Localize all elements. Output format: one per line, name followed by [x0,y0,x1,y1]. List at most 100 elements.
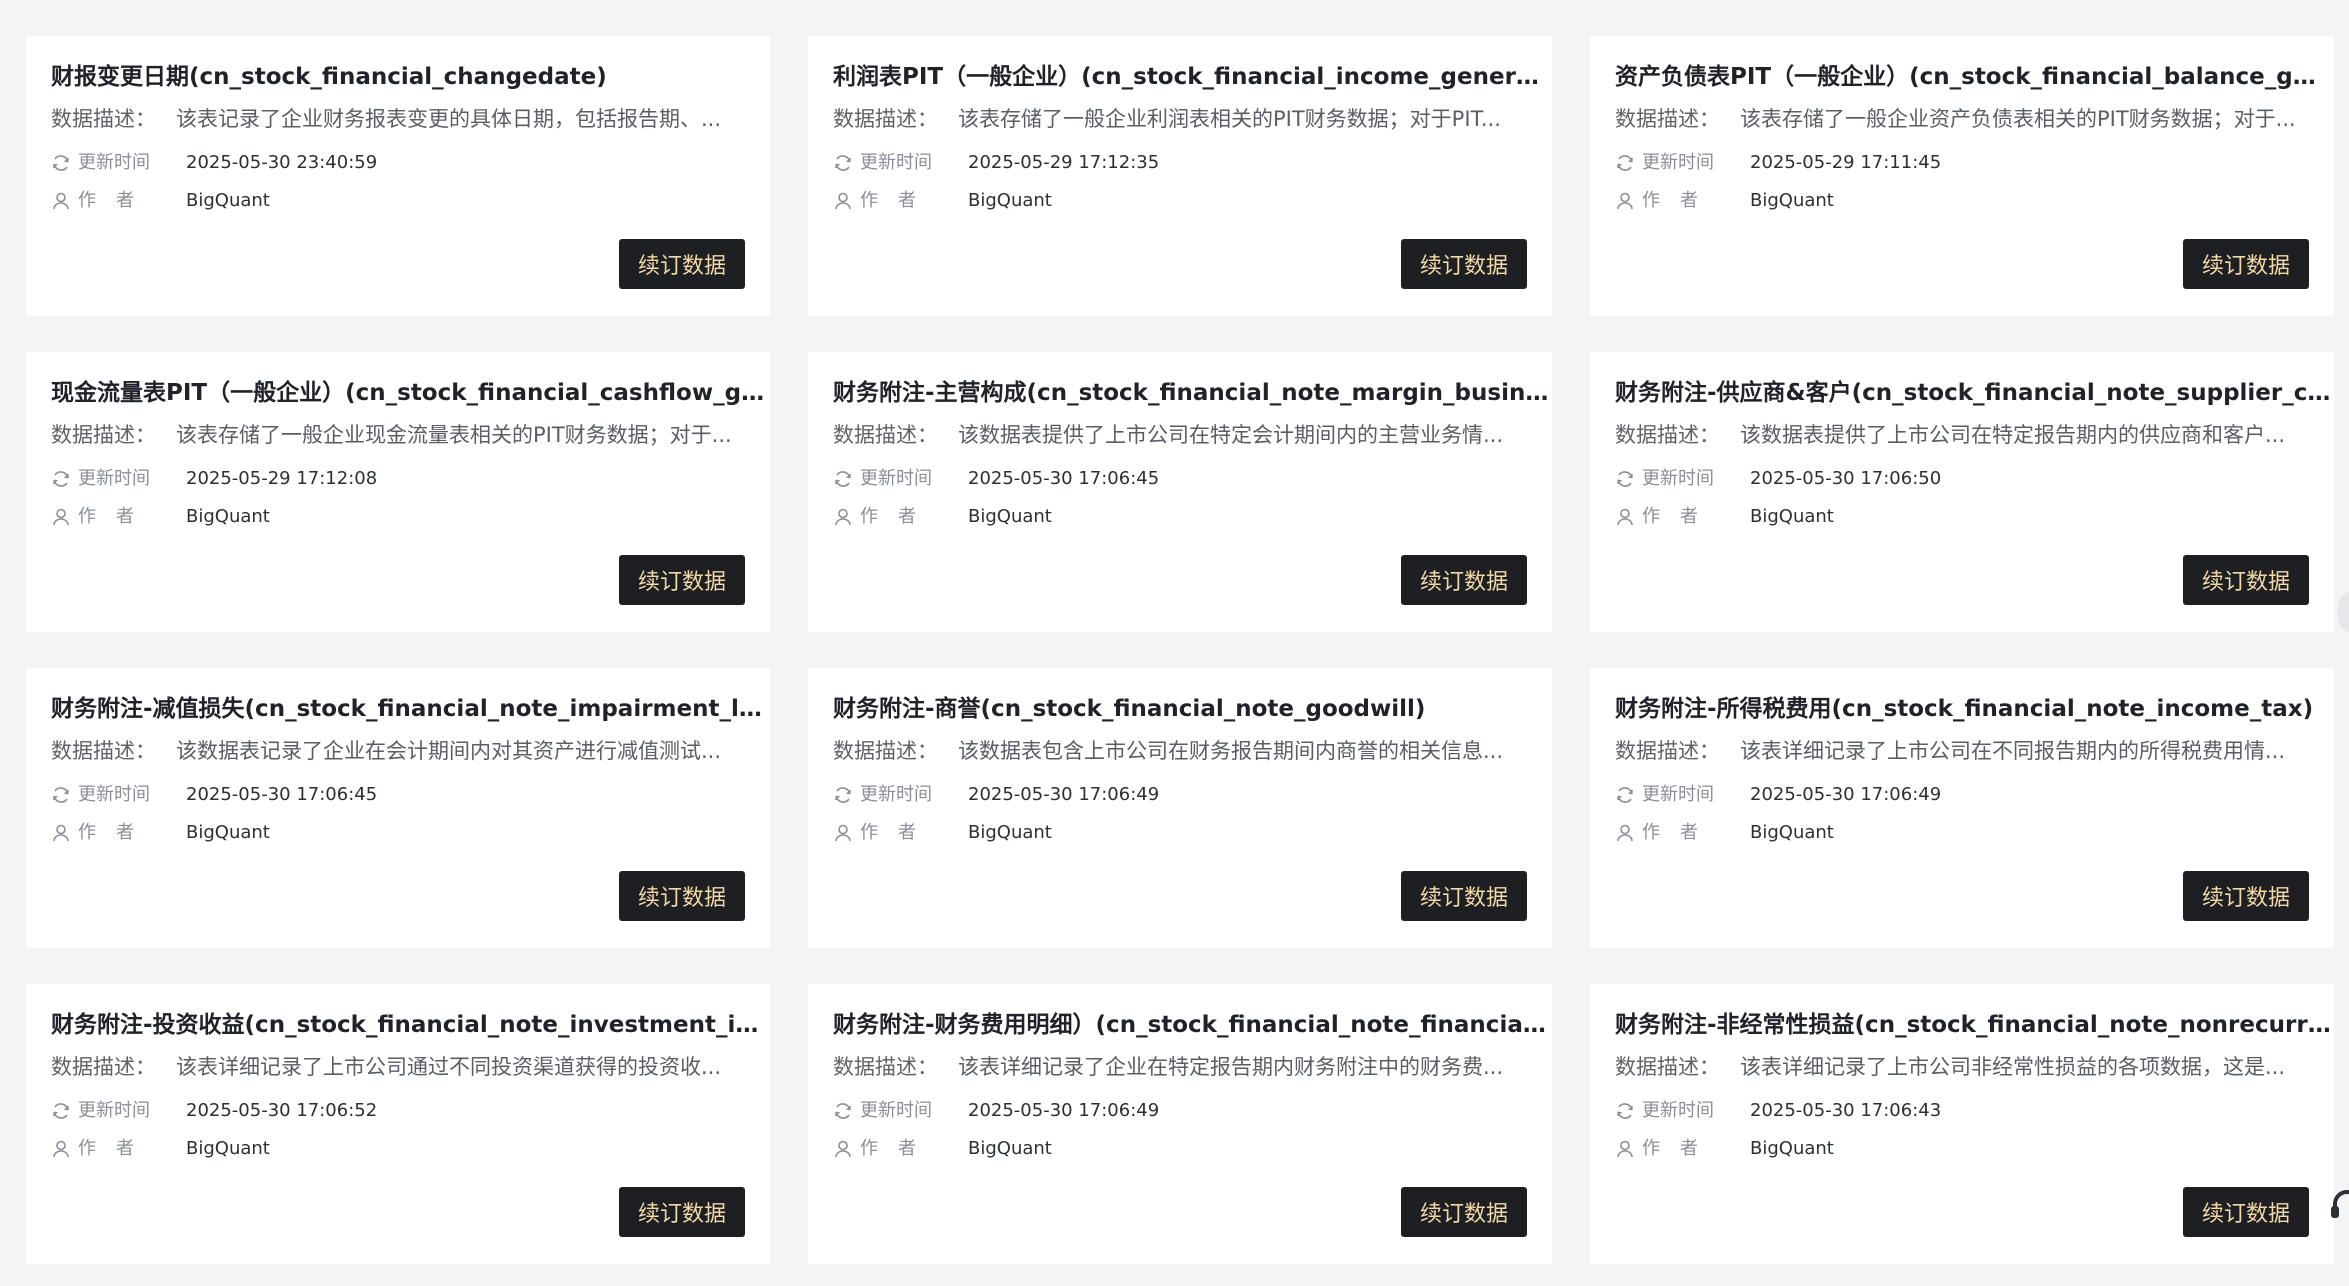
dataset-card[interactable]: 财务附注-减值损失(cn_stock_financial_note_impair… [26,668,770,948]
author-name: BigQuant [186,822,270,843]
dataset-description: 数据描述： 该表详细记录了上市公司在不同报告期内的所得税费用情... [1615,737,2305,765]
dataset-card[interactable]: 财务附注-商誉(cn_stock_financial_note_goodwill… [808,668,1552,948]
description-text: 该表详细记录了上市公司通过不同投资渠道获得的投资收... [176,1055,722,1079]
updated-label: 更新时间 [1642,784,1714,805]
renew-data-button[interactable]: 续订数据 [2183,1187,2309,1237]
description-text: 该表详细记录了上市公司非经常性损益的各项数据，这是... [1740,1055,2286,1079]
description-text: 该表详细记录了企业在特定报告期内财务附注中的财务费... [958,1055,1504,1079]
updated-label: 更新时间 [1642,1100,1714,1121]
updated-time: 2025-05-30 17:06:49 [1750,784,1942,805]
dataset-card[interactable]: 财务附注-主营构成(cn_stock_financial_note_margin… [808,352,1552,632]
description-text: 该表记录了企业财务报表变更的具体日期，包括报告期、... [176,107,722,131]
updated-row: 更新时间 2025-05-29 17:12:35 [833,151,1333,175]
dataset-title[interactable]: 财务附注-非经常性损益(cn_stock_financial_note_nonr… [1615,1010,2331,1040]
dataset-title[interactable]: 财务附注-商誉(cn_stock_financial_note_goodwill… [833,694,1549,724]
updated-row: 更新时间 2025-05-30 17:06:45 [833,467,1333,491]
user-icon [833,191,853,211]
dataset-title[interactable]: 财务附注-投资收益(cn_stock_financial_note_invest… [51,1010,767,1040]
dataset-title[interactable]: 财务附注-供应商&客户(cn_stock_financial_note_supp… [1615,378,2331,408]
dataset-title[interactable]: 财务附注-主营构成(cn_stock_financial_note_margin… [833,378,1549,408]
author-label: 作者 [1642,1138,1718,1159]
description-label: 数据描述： [51,423,156,447]
renew-data-button[interactable]: 续订数据 [619,239,745,289]
description-label: 数据描述： [1615,107,1720,131]
refresh-icon [1615,1101,1635,1121]
renew-data-button[interactable]: 续订数据 [1401,555,1527,605]
dataset-card[interactable]: 财务附注-非经常性损益(cn_stock_financial_note_nonr… [1590,984,2334,1264]
updated-time: 2025-05-30 17:06:49 [968,784,1160,805]
refresh-icon [51,1101,71,1121]
dataset-title[interactable]: 财报变更日期(cn_stock_financial_changedate) [51,62,767,92]
description-text: 该数据表提供了上市公司在特定报告期内的供应商和客户... [1740,423,2286,447]
updated-row: 更新时间 2025-05-30 17:06:49 [833,783,1333,807]
updated-label: 更新时间 [860,1100,932,1121]
dataset-title[interactable]: 资产负债表PIT（一般企业）(cn_stock_financial_balanc… [1615,62,2331,92]
author-name: BigQuant [186,506,270,527]
author-name: BigQuant [186,1138,270,1159]
renew-data-button[interactable]: 续订数据 [619,871,745,921]
description-label: 数据描述： [51,107,156,131]
description-text: 该数据表记录了企业在会计期间内对其资产进行减值测试... [176,739,722,763]
dataset-card[interactable]: 利润表PIT（一般企业）(cn_stock_financial_income_g… [808,36,1552,316]
renew-data-button[interactable]: 续订数据 [619,1187,745,1237]
description-text: 该表存储了一般企业资产负债表相关的PIT财务数据；对于... [1740,107,2296,131]
renew-data-button[interactable]: 续订数据 [1401,1187,1527,1237]
renew-data-button[interactable]: 续订数据 [2183,871,2309,921]
author-row: 作者 BigQuant [833,505,1333,529]
author-name: BigQuant [1750,506,1834,527]
updated-label: 更新时间 [78,468,150,489]
dataset-title[interactable]: 利润表PIT（一般企业）(cn_stock_financial_income_g… [833,62,1549,92]
author-label: 作者 [860,506,936,527]
renew-data-button[interactable]: 续订数据 [619,555,745,605]
refresh-icon [1615,785,1635,805]
refresh-icon [51,785,71,805]
description-label: 数据描述： [833,739,938,763]
description-text: 该表存储了一般企业利润表相关的PIT财务数据；对于PIT... [958,107,1501,131]
updated-label: 更新时间 [78,784,150,805]
author-label: 作者 [860,1138,936,1159]
dataset-description: 数据描述： 该表存储了一般企业利润表相关的PIT财务数据；对于PIT... [833,105,1523,133]
author-row: 作者 BigQuant [1615,505,2115,529]
dataset-title[interactable]: 财务附注-减值损失(cn_stock_financial_note_impair… [51,694,767,724]
updated-label: 更新时间 [1642,152,1714,173]
renew-data-button[interactable]: 续订数据 [2183,239,2309,289]
updated-time: 2025-05-29 17:11:45 [1750,152,1942,173]
description-label: 数据描述： [1615,739,1720,763]
description-label: 数据描述： [833,107,938,131]
dataset-description: 数据描述： 该表详细记录了上市公司通过不同投资渠道获得的投资收... [51,1053,741,1081]
author-label: 作者 [1642,190,1718,211]
author-label: 作者 [860,190,936,211]
dataset-card[interactable]: 财务附注-投资收益(cn_stock_financial_note_invest… [26,984,770,1264]
author-name: BigQuant [968,822,1052,843]
dataset-card[interactable]: 财务附注-供应商&客户(cn_stock_financial_note_supp… [1590,352,2334,632]
user-icon [51,823,71,843]
description-text: 该表存储了一般企业现金流量表相关的PIT财务数据；对于... [176,423,732,447]
dataset-description: 数据描述： 该表存储了一般企业资产负债表相关的PIT财务数据；对于... [1615,105,2305,133]
renew-data-button[interactable]: 续订数据 [1401,239,1527,289]
dataset-card[interactable]: 财务附注-财务费用明细）(cn_stock_financial_note_fin… [808,984,1552,1264]
updated-label: 更新时间 [78,152,150,173]
updated-time: 2025-05-30 17:06:45 [968,468,1160,489]
author-name: BigQuant [1750,190,1834,211]
dataset-description: 数据描述： 该数据表提供了上市公司在特定报告期内的供应商和客户... [1615,421,2305,449]
updated-label: 更新时间 [1642,468,1714,489]
dataset-card[interactable]: 资产负债表PIT（一般企业）(cn_stock_financial_balanc… [1590,36,2334,316]
dataset-description: 数据描述： 该表详细记录了上市公司非经常性损益的各项数据，这是... [1615,1053,2305,1081]
description-label: 数据描述： [1615,1055,1720,1079]
dataset-card[interactable]: 财报变更日期(cn_stock_financial_changedate) 数据… [26,36,770,316]
side-collapse-tab[interactable] [2337,592,2349,632]
renew-data-button[interactable]: 续订数据 [1401,871,1527,921]
dataset-description: 数据描述： 该数据表提供了上市公司在特定会计期间内的主营业务情... [833,421,1523,449]
refresh-icon [1615,153,1635,173]
dataset-title[interactable]: 财务附注-财务费用明细）(cn_stock_financial_note_fin… [833,1010,1549,1040]
dataset-card[interactable]: 现金流量表PIT（一般企业）(cn_stock_financial_cashfl… [26,352,770,632]
description-text: 该表详细记录了上市公司在不同报告期内的所得税费用情... [1740,739,2286,763]
support-headset-button[interactable] [2327,1180,2349,1230]
dataset-card[interactable]: 财务附注-所得税费用(cn_stock_financial_note_incom… [1590,668,2334,948]
renew-data-button[interactable]: 续订数据 [2183,555,2309,605]
dataset-title[interactable]: 财务附注-所得税费用(cn_stock_financial_note_incom… [1615,694,2331,724]
author-label: 作者 [860,822,936,843]
dataset-title[interactable]: 现金流量表PIT（一般企业）(cn_stock_financial_cashfl… [51,378,767,408]
dataset-description: 数据描述： 该表记录了企业财务报表变更的具体日期，包括报告期、... [51,105,741,133]
author-name: BigQuant [1750,1138,1834,1159]
